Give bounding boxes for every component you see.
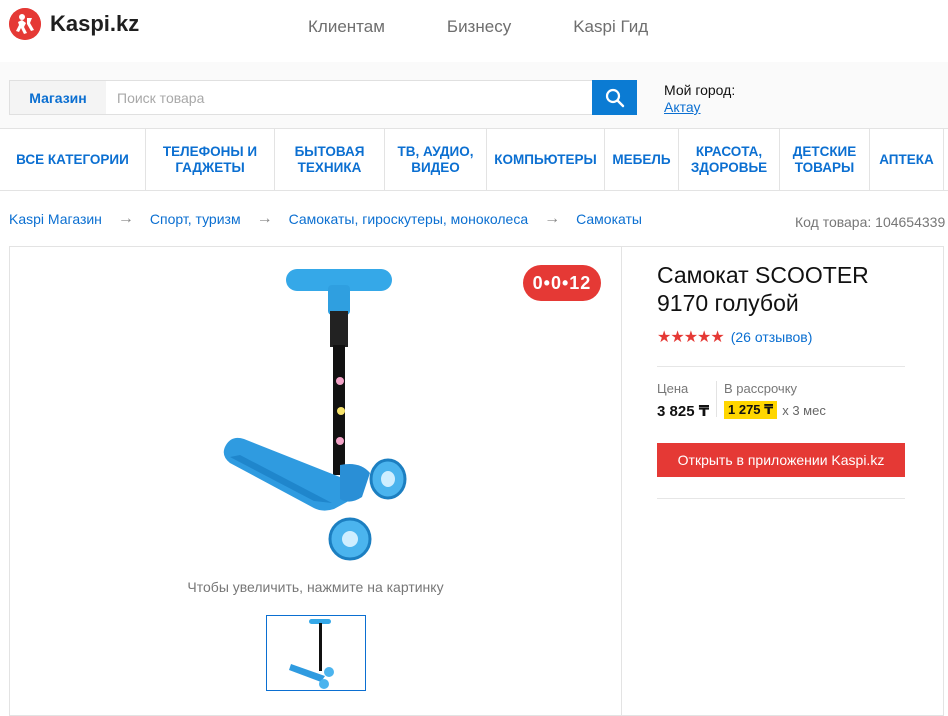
product-code: Код товара: 104654339	[795, 214, 946, 230]
shop-tab[interactable]: Магазин	[9, 80, 107, 115]
category-all[interactable]: ВСЕ КАТЕГОРИИ	[0, 129, 146, 191]
nav-clients[interactable]: Клиентам	[308, 17, 385, 37]
category-computers[interactable]: КОМПЬЮТЕРЫ	[487, 129, 605, 191]
product-title: Самокат SCOOTER 9170 голубой	[657, 262, 869, 316]
price-block: Цена 3 825 ₸	[657, 381, 709, 420]
category-beauty[interactable]: КРАСОТА, ЗДОРОВЬЕ	[679, 129, 780, 191]
search-input[interactable]	[106, 80, 593, 115]
arrow-right-icon: →	[117, 210, 134, 227]
arrow-right-icon: →	[544, 210, 561, 227]
product-thumbnail[interactable]	[266, 615, 366, 691]
installment-block: В рассрочку 1 275 ₸ x 3 мес	[724, 381, 826, 419]
breadcrumb-scooters[interactable]: Самокаты	[576, 211, 642, 227]
search-row: Магазин Мой город: Актау	[0, 62, 948, 128]
open-in-app-button[interactable]: Открыть в приложении Kaspi.kz	[657, 443, 905, 477]
installment-badge: 0•0•12	[523, 265, 601, 301]
arrow-right-icon: →	[256, 210, 273, 227]
product-rating: ★★★★★ (26 отзывов)	[657, 327, 812, 347]
category-nav: ВСЕ КАТЕГОРИИ ТЕЛЕФОНЫ И ГАДЖЕТЫ БЫТОВАЯ…	[0, 128, 948, 191]
search-button[interactable]	[592, 80, 637, 115]
reviews-link[interactable]: (26 отзывов)	[731, 329, 813, 345]
zoom-hint: Чтобы увеличить, нажмите на картинку	[187, 579, 444, 595]
city-label: Мой город:	[664, 82, 736, 98]
star-rating-icon: ★★★★★	[657, 329, 725, 346]
search-icon	[605, 88, 624, 107]
nav-kaspi-guide[interactable]: Kaspi Гид	[573, 17, 648, 37]
product-info: Самокат SCOOTER 9170 голубой ★★★★★ (26 о…	[621, 246, 944, 716]
top-header: Kaspi.kz Клиентам Бизнесу Kaspi Гид	[0, 0, 948, 62]
kaspi-logo-icon	[9, 8, 41, 40]
price-value: 3 825 ₸	[657, 403, 710, 420]
installment-term: x 3 мес	[782, 402, 826, 418]
breadcrumb-scooters-group[interactable]: Самокаты, гироскутеры, моноколеса	[289, 211, 529, 227]
nav-business[interactable]: Бизнесу	[447, 17, 511, 37]
category-appliances[interactable]: БЫТОВАЯ ТЕХНИКА	[275, 129, 385, 191]
category-tv-audio[interactable]: ТВ, АУДИО, ВИДЕО	[385, 129, 487, 191]
breadcrumb-sport[interactable]: Спорт, туризм	[150, 211, 241, 227]
kaspi-logo[interactable]: Kaspi.kz	[9, 8, 139, 40]
breadcrumb: Kaspi Магазин → Спорт, туризм → Самокаты…	[9, 210, 642, 228]
divider	[657, 498, 905, 499]
installment-amount: 1 275 ₸	[724, 401, 778, 419]
installment-label: В рассрочку	[724, 381, 798, 396]
divider	[716, 381, 717, 417]
city-link[interactable]: Актау	[664, 99, 735, 116]
divider	[657, 366, 905, 367]
product-image[interactable]	[210, 261, 420, 561]
price-label: Цена	[657, 381, 689, 396]
category-phones[interactable]: ТЕЛЕФОНЫ И ГАДЖЕТЫ	[146, 129, 275, 191]
thumbnail-image	[289, 619, 334, 689]
logo-text: Kaspi.kz	[50, 11, 140, 36]
category-furniture[interactable]: МЕБЕЛЬ	[605, 129, 679, 191]
product-gallery: 0•0•12 Чтобы увеличить, нажмите на карти…	[9, 246, 622, 716]
top-navigation: Клиентам Бизнесу Kaspi Гид	[308, 17, 648, 37]
breadcrumb-shop[interactable]: Kaspi Магазин	[9, 211, 102, 227]
category-kids[interactable]: ДЕТСКИЕ ТОВАРЫ	[780, 129, 870, 191]
category-pharmacy[interactable]: АПТЕКА	[870, 129, 944, 191]
city-selector: Мой город: Актау	[664, 82, 735, 116]
